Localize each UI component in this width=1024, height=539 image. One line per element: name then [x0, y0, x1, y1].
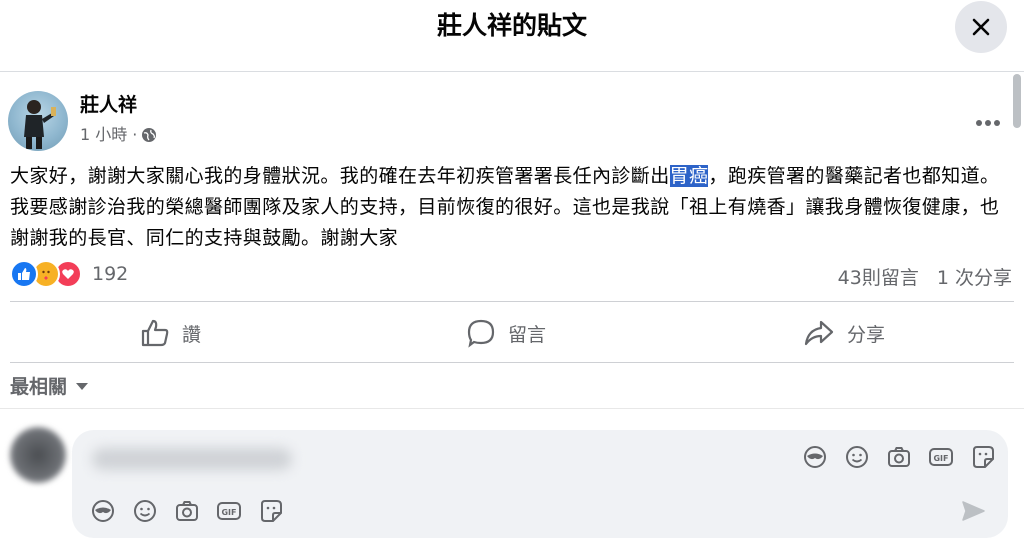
post-text: 大家好，謝謝大家關心我的身體狀況。我的確在去年初疾管署署長任內診斷出胃癌，跑疾管…: [10, 161, 1014, 254]
post-time[interactable]: 1 小時: [80, 124, 127, 146]
author-avatar[interactable]: [8, 91, 68, 151]
author-name[interactable]: 莊人祥: [80, 93, 137, 117]
post-meta: 1 小時 ·: [80, 124, 157, 146]
dialog-header: 莊人祥的貼文: [0, 0, 1024, 72]
highlighted-text: 胃癌: [669, 165, 709, 187]
emoji-icon[interactable]: [844, 444, 870, 470]
avatar-sticker-icon[interactable]: [90, 498, 116, 524]
sort-label: 最相關: [10, 376, 68, 398]
emoji-icon[interactable]: [132, 498, 158, 524]
share-label: 分享: [847, 323, 886, 346]
blurred-placeholder: [92, 448, 292, 470]
scrollbar[interactable]: [1013, 74, 1021, 128]
comment-icon: [467, 319, 495, 348]
thumbs-up-icon: [141, 319, 169, 347]
avatar-sticker-icon[interactable]: [802, 444, 828, 470]
share-icon: [804, 320, 834, 346]
post-actions: 讚 留言 分享: [0, 304, 1012, 362]
like-button[interactable]: 讚: [140, 304, 201, 362]
composer-icons-bottom: GIF: [90, 498, 284, 524]
gif-icon[interactable]: GIF: [216, 498, 242, 524]
reaction-icons: [10, 260, 82, 288]
avatar-figure: [24, 100, 56, 149]
svg-text:GIF: GIF: [221, 508, 236, 517]
sticker-icon[interactable]: [258, 498, 284, 524]
close-icon: [972, 18, 990, 36]
sticker-icon[interactable]: [970, 444, 996, 470]
composer-icons-top: GIF: [802, 444, 996, 470]
divider: [0, 408, 1024, 409]
more-options-button[interactable]: [972, 111, 1004, 135]
comment-sort-dropdown[interactable]: 最相關: [10, 372, 89, 399]
divider: [10, 362, 1014, 363]
close-button[interactable]: [955, 1, 1007, 53]
like-label: 讚: [182, 323, 202, 346]
svg-text:GIF: GIF: [933, 454, 948, 463]
camera-icon[interactable]: [886, 444, 912, 470]
reactions-summary[interactable]: 192: [10, 260, 128, 288]
share-button[interactable]: 分享: [803, 304, 885, 362]
caret-down-icon: [76, 382, 89, 390]
post-stats: 43則留言 1 次分享: [838, 263, 1012, 290]
post-text-part1: 大家好，謝謝大家關心我的身體狀況。我的確在去年初疾管署署長任內診斷出: [10, 165, 670, 187]
comment-button[interactable]: 留言: [466, 304, 546, 362]
reaction-count: 192: [92, 263, 129, 285]
send-icon[interactable]: [960, 498, 986, 524]
share-count[interactable]: 1 次分享: [937, 263, 1012, 290]
globe-icon: [142, 128, 157, 142]
gif-icon[interactable]: GIF: [928, 444, 954, 470]
meta-separator: ·: [132, 125, 138, 144]
divider: [10, 301, 1014, 302]
comment-count[interactable]: 43則留言: [838, 263, 919, 290]
comment-label: 留言: [508, 323, 547, 346]
commenter-avatar: [10, 427, 66, 483]
comment-input[interactable]: GIF GIF: [72, 430, 1008, 538]
camera-icon[interactable]: [174, 498, 200, 524]
dialog-title: 莊人祥的貼文: [436, 11, 587, 40]
more-dots-icon: [976, 120, 1000, 126]
like-reaction-icon: [10, 260, 38, 288]
